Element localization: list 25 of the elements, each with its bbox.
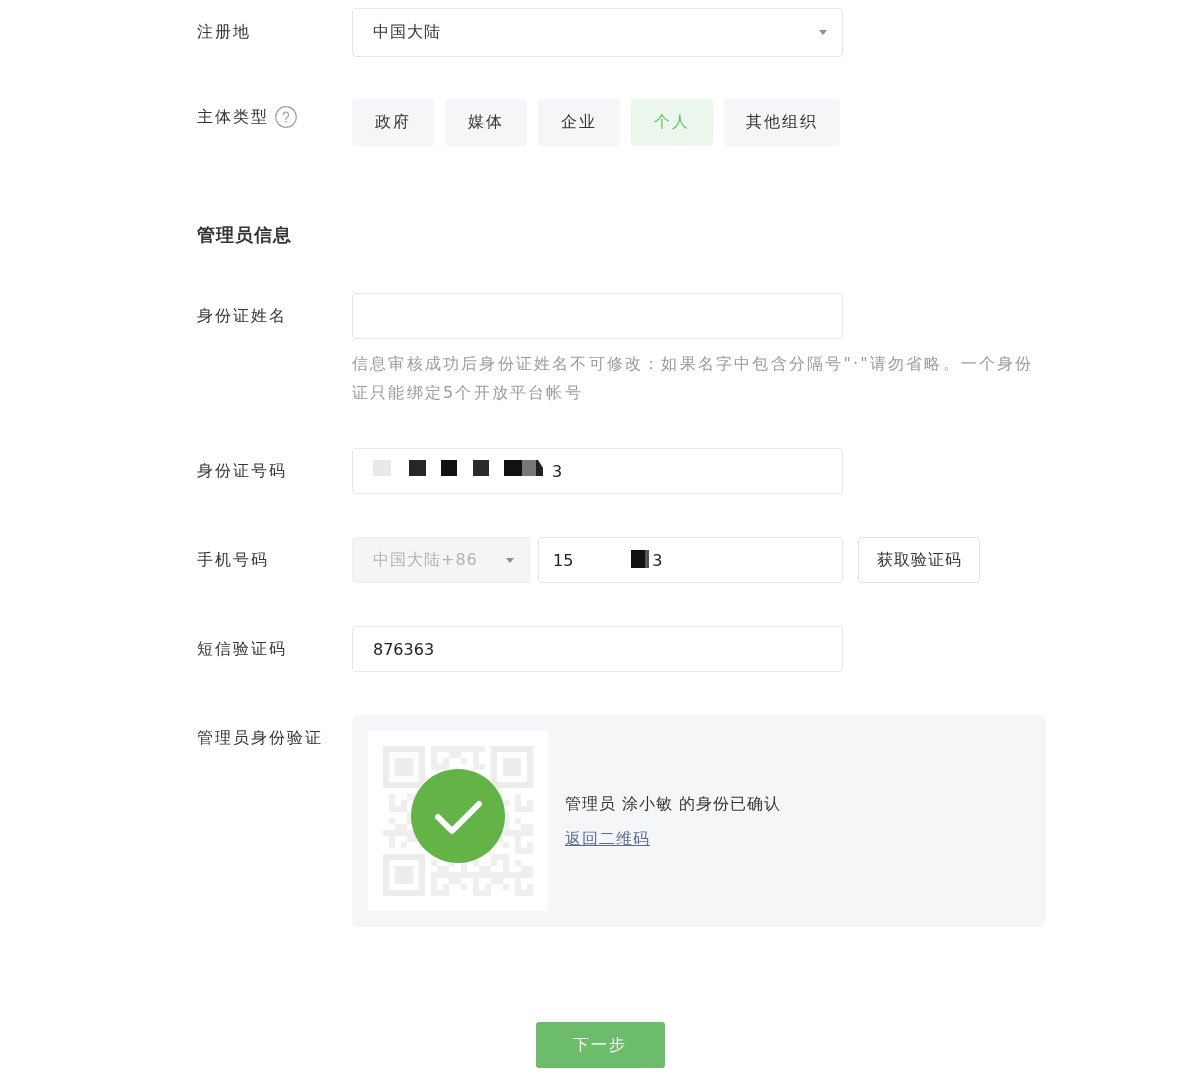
- sms-code-input[interactable]: 876363: [352, 626, 843, 672]
- hint-text: 信息审核成功后身份证姓名不可修改：如果名字中包含分隔号"·"请勿省略。一个身份证只能绑定5个开放平台帐号: [352, 353, 1035, 404]
- field-label: 管理员身份验证: [197, 727, 323, 749]
- field-label: 注册地: [197, 22, 251, 43]
- caret-icon: [819, 30, 827, 35]
- entity-type-option[interactable]: 其他组织: [724, 99, 840, 146]
- entity-type-option[interactable]: 政府: [352, 99, 434, 146]
- get-code-button[interactable]: 获取验证码: [858, 537, 980, 583]
- caret-icon: [506, 557, 514, 563]
- entity-type-option[interactable]: 企业: [538, 99, 620, 146]
- verification-message: 管理员 涂小敏 的身份已确认: [565, 792, 782, 815]
- phone-input[interactable]: 15 3: [538, 537, 843, 583]
- redaction-mosaic-drawing: [631, 550, 650, 568]
- help-icon[interactable]: [275, 106, 297, 128]
- field-label: 手机号码: [197, 549, 269, 571]
- field-label: 身份证姓名: [197, 305, 287, 327]
- region-select[interactable]: 中国大陆: [352, 8, 843, 57]
- id-number-input[interactable]: 3: [352, 448, 843, 494]
- field-label: 身份证号码: [197, 460, 287, 482]
- return-qr-link[interactable]: 返回二维码: [565, 826, 650, 851]
- name-input[interactable]: [352, 293, 843, 339]
- field-label: 短信验证码: [197, 638, 287, 660]
- field-label: 主体类型: [197, 106, 269, 128]
- entity-type-option[interactable]: 媒体: [445, 99, 527, 146]
- section-title: 管理员信息: [197, 223, 292, 247]
